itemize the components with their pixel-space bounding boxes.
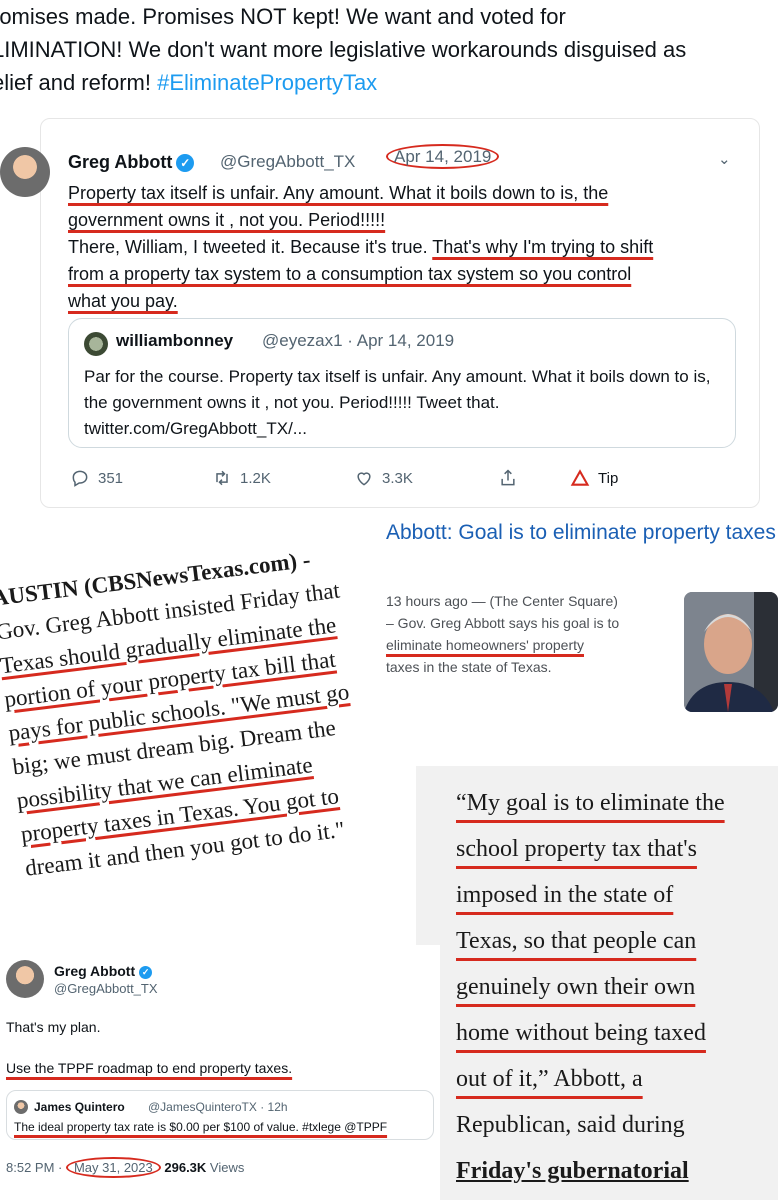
news-meta-line: – Gov. Greg Abbott says his goal is to (386, 615, 620, 631)
caption-line: LIMINATION! We don't want more legislati… (0, 37, 687, 62)
quoted-author-name: williambonney (116, 331, 234, 350)
news-meta-line: taxes in the state of Texas. (386, 659, 552, 675)
caption-text-block: romises made. Promises NOT kept! We want… (0, 0, 778, 110)
article-quote-clipping: “My goal is to eliminate the school prop… (416, 766, 778, 1200)
quote-line: genuinely own their own (456, 974, 696, 1000)
quoted-author-name: James Quintero (34, 1100, 125, 1114)
tweet-date[interactable]: Apr 14, 2019 (386, 144, 500, 169)
reply-icon (72, 470, 88, 487)
retweet-icon (216, 470, 228, 486)
tweet-date-text: Apr 14, 2019 (386, 144, 500, 169)
quoted-tweet-text: Par for the course. Property tax itself … (84, 367, 711, 438)
quote-line: Republican, said during (456, 1112, 685, 1138)
news-snippet: 13 hours ago — (The Center Square) – Gov… (386, 590, 676, 678)
tip-button[interactable]: Tip (570, 468, 618, 488)
tweet-line: Use the TPPF roadmap to end property tax… (6, 1060, 293, 1076)
news-headline-link[interactable]: Abbott: Goal is to eliminate property ta… (386, 518, 776, 548)
quote-line: school property tax that's (456, 836, 697, 862)
share-button[interactable] (498, 468, 518, 488)
quote-line: imposed in the state of (456, 882, 674, 908)
hashtag-link[interactable]: #EliminatePropertyTax (157, 70, 377, 95)
reply-button[interactable]: 351 (70, 468, 123, 488)
tweet-body: Property tax itself is unfair. Any amoun… (68, 180, 748, 315)
author-name[interactable]: Greg Abbott ✓ (68, 152, 195, 173)
quote-line-text: out of it,” Abbott, a (456, 1066, 643, 1092)
quote-line: Friday's gubernatorial (456, 1158, 689, 1184)
quoted-tweet-text: The ideal property tax rate is $0.00 per… (14, 1120, 388, 1134)
caption-line: romises made. Promises NOT kept! We want… (0, 4, 566, 29)
author-name[interactable]: Greg Abbott ✓ (54, 963, 153, 979)
quoted-author-handle: @eyezax1 · Apr 14, 2019 (262, 331, 455, 350)
view-label: Views (206, 1160, 245, 1175)
avatar (84, 332, 108, 356)
tip-label: Tip (598, 469, 619, 487)
tweet-line: from a property tax system to a consumpt… (68, 264, 632, 284)
caption-text: elief and reform! (0, 70, 158, 95)
tweet-meta: 8:52 PM · May 31, 2023 296.3K Views (6, 1157, 245, 1178)
author-name-text: Greg Abbott (68, 152, 173, 172)
tweet-line: government owns it , not you. Period!!!!… (68, 210, 386, 230)
tweet-line: There, William, I tweeted it. Because it… (68, 237, 433, 257)
quote-line: home without being taxed (456, 1020, 706, 1046)
author-handle[interactable]: @GregAbbott_TX (54, 981, 158, 996)
news-meta-line: 13 hours ago — (The Center Square) (386, 593, 618, 609)
portrait-image (684, 592, 778, 712)
retweet-button[interactable]: 1.2K (212, 468, 271, 488)
author-handle[interactable]: @GregAbbott_TX (220, 152, 355, 172)
avatar[interactable] (0, 147, 50, 197)
quote-line: “My goal is to eliminate the (456, 790, 725, 816)
like-button[interactable]: 3.3K (354, 468, 413, 488)
tweet-date[interactable]: May 31, 2023 (65, 1157, 161, 1178)
caption-line: elief and reform! #EliminatePropertyTax (0, 66, 778, 99)
quoted-author-handle: @JamesQuinteroTX · 12h (148, 1100, 288, 1114)
tweet-line: what you pay. (68, 291, 178, 311)
tweet-line: That's my plan. (6, 1019, 101, 1035)
like-count: 3.3K (382, 469, 413, 487)
chevron-down-icon[interactable]: ⌄ (718, 150, 731, 168)
author-name-text: Greg Abbott (54, 963, 136, 979)
verified-badge-icon: ✓ (176, 154, 195, 173)
share-icon (501, 469, 515, 486)
tweet-line: Property tax itself is unfair. Any amoun… (68, 183, 609, 203)
tip-icon (570, 469, 590, 486)
quote-line: out of it,” Abbott, a (416, 1056, 778, 1102)
heart-icon (357, 472, 371, 486)
tweet-line: That's why I'm trying to shift (432, 237, 654, 257)
verified-badge-icon: ✓ (139, 965, 153, 979)
retweet-count: 1.2K (240, 469, 271, 487)
tweet-time: 8:52 PM · (6, 1160, 66, 1175)
avatar (14, 1100, 28, 1114)
cbs-news-clipping: AUSTIN (CBSNewsTexas.com) - Gov. Greg Ab… (0, 533, 426, 899)
quote-line: Texas, so that people can (456, 928, 697, 954)
news-thumbnail-photo[interactable] (684, 592, 778, 712)
view-count: 296.3K (164, 1160, 207, 1175)
news-meta-line: eliminate homeowners' property (386, 637, 584, 653)
avatar[interactable] (6, 960, 44, 998)
reply-count: 351 (98, 469, 124, 487)
